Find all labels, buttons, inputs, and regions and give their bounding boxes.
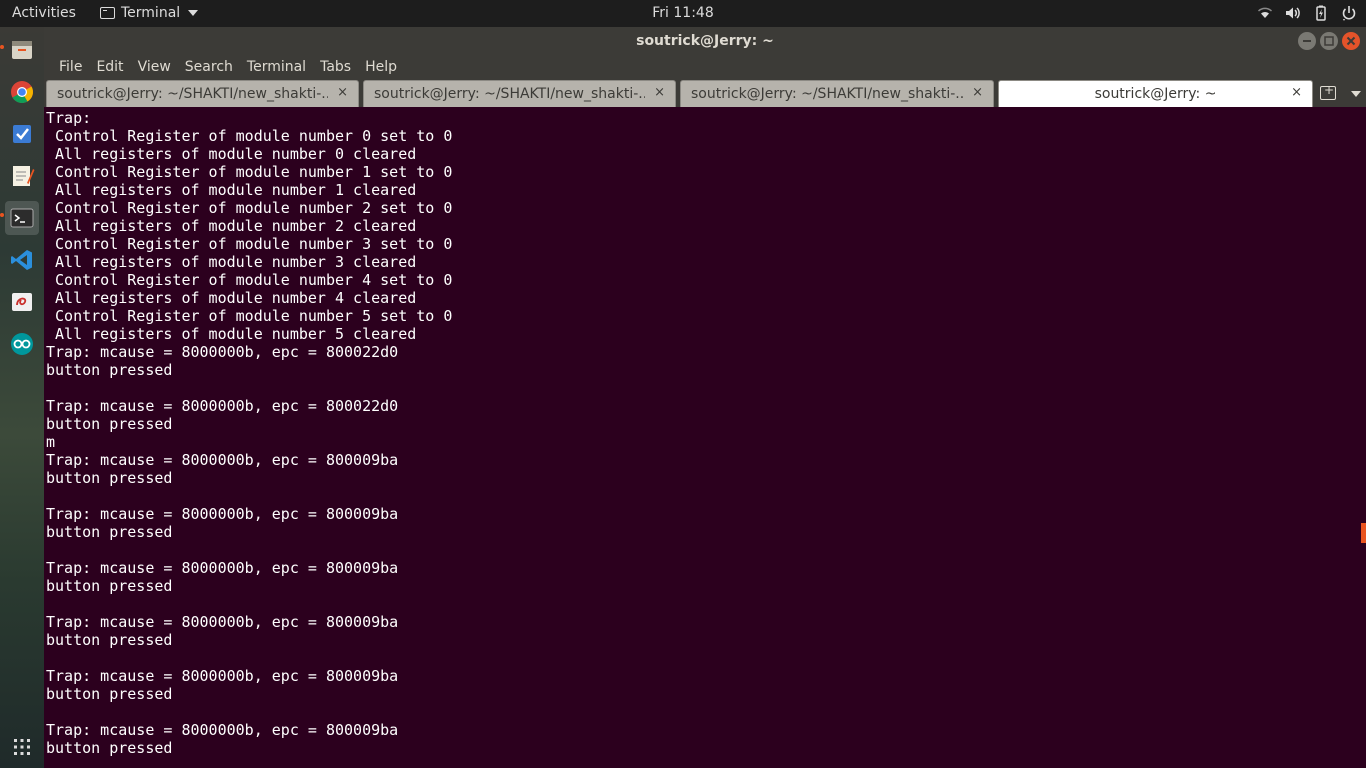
menu-file[interactable]: File <box>52 55 89 80</box>
chevron-down-icon[interactable] <box>1351 91 1361 97</box>
terminal-line: button pressed <box>46 415 173 433</box>
terminal-line: Control Register of module number 3 set … <box>46 235 453 253</box>
terminal-line: m <box>46 433 56 451</box>
tab-2[interactable]: soutrick@Jerry: ~/SHAKTI/new_shakti-... … <box>363 80 676 107</box>
dock-show-applications[interactable] <box>5 730 39 764</box>
tab-label: soutrick@Jerry: ~/SHAKTI/new_shakti-... <box>374 86 645 102</box>
tab-close-button[interactable]: × <box>337 85 348 100</box>
tab-1[interactable]: soutrick@Jerry: ~/SHAKTI/new_shakti-... … <box>46 80 359 107</box>
tab-4-active[interactable]: soutrick@Jerry: ~ × <box>998 80 1313 107</box>
close-button[interactable] <box>1342 32 1360 50</box>
menu-bar: File Edit View Search Terminal Tabs Help <box>44 55 1366 80</box>
terminal-line: All registers of module number 4 cleared <box>46 289 417 307</box>
menu-search[interactable]: Search <box>178 55 240 80</box>
show-applications-icon <box>14 739 30 755</box>
menu-terminal[interactable]: Terminal <box>240 55 313 80</box>
text-editor-icon <box>13 166 35 186</box>
volume-icon <box>1286 7 1300 19</box>
tab-bar: soutrick@Jerry: ~/SHAKTI/new_shakti-... … <box>44 80 1366 107</box>
power-icon <box>1342 6 1356 21</box>
terminal-line: button pressed <box>46 577 173 595</box>
terminal-line: Control Register of module number 1 set … <box>46 163 453 181</box>
terminal-line: button pressed <box>46 361 173 379</box>
terminal-line: Control Register of module number 5 set … <box>46 307 453 325</box>
document-viewer-icon <box>12 293 32 311</box>
terminal-line: Control Register of module number 0 set … <box>46 127 453 145</box>
maximize-button[interactable] <box>1320 32 1338 50</box>
close-icon <box>1346 36 1356 46</box>
dock-chrome[interactable] <box>5 75 39 109</box>
tab-close-button[interactable]: × <box>654 85 665 100</box>
top-bar: Activities Terminal Fri 11:48 <box>0 0 1366 27</box>
dock-files[interactable] <box>5 33 39 67</box>
tab-label: soutrick@Jerry: ~ <box>1094 86 1217 102</box>
battery-icon <box>1316 5 1326 21</box>
status-area[interactable] <box>1256 4 1358 22</box>
terminal-line: button pressed <box>46 631 173 649</box>
dock-text-editor[interactable] <box>5 159 39 193</box>
files-icon <box>12 41 32 59</box>
tasks-icon <box>13 125 31 143</box>
terminal-line: Trap: mcause = 8000000b, epc = 800009ba <box>46 613 399 631</box>
terminal-line: button pressed <box>46 523 173 541</box>
terminal-output[interactable]: Trap: Control Register of module number … <box>44 107 1366 768</box>
tab-close-button[interactable]: × <box>972 85 983 100</box>
window-titlebar[interactable]: soutrick@Jerry: ~ <box>44 27 1366 55</box>
maximize-icon <box>1324 36 1334 46</box>
terminal-line: All registers of module number 1 cleared <box>46 181 417 199</box>
terminal-line: All registers of module number 0 cleared <box>46 145 417 163</box>
dock-tasks[interactable] <box>5 117 39 151</box>
tab-label: soutrick@Jerry: ~/SHAKTI/new_shakti-... <box>691 86 963 102</box>
terminal-line: All registers of module number 2 cleared <box>46 217 417 235</box>
scrollbar-indicator[interactable] <box>1361 523 1366 543</box>
terminal-line: Trap: mcause = 8000000b, epc = 800009ba <box>46 505 399 523</box>
tab-3[interactable]: soutrick@Jerry: ~/SHAKTI/new_shakti-... … <box>680 80 994 107</box>
terminal-line: Trap: <box>46 109 92 127</box>
wifi-icon <box>1257 7 1273 18</box>
dock-arduino[interactable] <box>5 327 39 361</box>
minimize-icon <box>1303 40 1311 42</box>
dock-document-viewer[interactable] <box>5 285 39 319</box>
dock-vscode[interactable] <box>5 243 39 277</box>
terminal-line: button pressed <box>46 739 173 757</box>
terminal-line: Trap: mcause = 8000000b, epc = 800009ba <box>46 721 399 739</box>
new-tab-icon[interactable] <box>1320 83 1336 100</box>
terminal-line: Control Register of module number 4 set … <box>46 271 453 289</box>
menu-tabs[interactable]: Tabs <box>313 55 358 80</box>
window-controls <box>1298 32 1360 50</box>
tab-close-button[interactable]: × <box>1291 85 1302 100</box>
arduino-icon <box>11 333 33 355</box>
menu-view[interactable]: View <box>131 55 178 80</box>
terminal-line: Trap: mcause = 8000000b, epc = 800022d0 <box>46 397 399 415</box>
clock[interactable]: Fri 11:48 <box>0 5 1366 21</box>
tab-label: soutrick@Jerry: ~/SHAKTI/new_shakti-... <box>57 86 328 102</box>
chrome-icon <box>11 81 33 103</box>
terminal-line: button pressed <box>46 469 173 487</box>
window-title: soutrick@Jerry: ~ <box>636 33 774 49</box>
dock-terminal[interactable] <box>5 201 39 235</box>
terminal-line: Control Register of module number 2 set … <box>46 199 453 217</box>
menu-edit[interactable]: Edit <box>89 55 130 80</box>
menu-help[interactable]: Help <box>358 55 404 80</box>
terminal-line: All registers of module number 5 cleared <box>46 325 417 343</box>
terminal-line: Trap: mcause = 8000000b, epc = 800022d0 <box>46 343 399 361</box>
terminal-line: Trap: mcause = 8000000b, epc = 800009ba <box>46 559 399 577</box>
terminal-line: button pressed <box>46 685 173 703</box>
terminal-line: Trap: mcause = 8000000b, epc = 800009ba <box>46 667 399 685</box>
terminal-icon <box>10 208 34 228</box>
terminal-line: All registers of module number 3 cleared <box>46 253 417 271</box>
minimize-button[interactable] <box>1298 32 1316 50</box>
dock <box>0 27 44 768</box>
vscode-icon <box>11 250 32 270</box>
terminal-line: Trap: mcause = 8000000b, epc = 800009ba <box>46 451 399 469</box>
